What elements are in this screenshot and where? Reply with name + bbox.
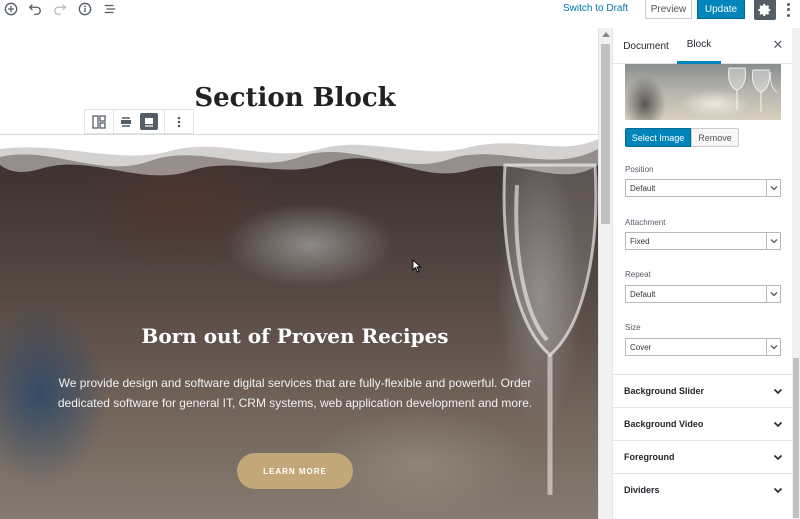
scroll-up-icon[interactable] [602,32,610,37]
editor-header: Switch to Draft Preview Update [0,0,800,20]
attachment-select[interactable]: Fixed [625,232,781,250]
sidebar-tabs: Document Block ✕ [613,28,800,64]
chevron-down-icon [773,421,783,428]
more-vertical-icon[interactable] [163,110,193,133]
chevron-down-icon [766,286,780,302]
position-select[interactable]: Default [625,179,781,197]
panel-label: Foreground [624,452,675,462]
panel-background-video[interactable]: Background Video [613,407,800,440]
hero-description[interactable]: We provide design and software digital s… [40,373,550,413]
remove-image-button[interactable]: Remove [691,128,739,147]
size-select[interactable]: Cover [625,338,781,356]
info-icon[interactable] [77,1,93,17]
chevron-down-icon [773,388,783,395]
chevron-down-icon [766,339,780,355]
mouse-cursor-icon [412,259,422,273]
layout-icon[interactable] [85,110,115,133]
settings-sidebar: Document Block ✕ Select Image Remove Pos… [612,28,800,519]
update-button[interactable]: Update [697,0,745,19]
panel-foreground[interactable]: Foreground [613,440,800,473]
attachment-label: Attachment [625,218,666,227]
tab-block[interactable]: Block [677,28,721,64]
section-block-hero[interactable]: Born out of Proven Recipes We provide de… [0,135,598,519]
chevron-down-icon [773,454,783,461]
more-vertical-icon[interactable] [782,2,794,18]
close-icon[interactable]: ✕ [771,38,785,53]
attachment-value: Fixed [630,236,650,246]
panel-label: Background Slider [624,386,705,396]
position-label: Position [625,165,654,174]
sidebar-scrollbar[interactable] [792,28,800,519]
learn-more-button[interactable]: LEARN MORE [237,453,353,489]
panel-label: Background Video [624,419,704,429]
hero-heading[interactable]: Born out of Proven Recipes [0,324,590,348]
block-settings-panel: Select Image Remove Position Default Att… [613,64,800,519]
align-wide-icon[interactable] [114,110,138,133]
chevron-down-icon [766,180,780,196]
plus-circle-icon[interactable] [3,1,19,17]
chevron-down-icon [773,487,783,494]
repeat-value: Default [630,289,656,299]
editor-canvas: Section Block Born out of Proven Recipes… [0,20,598,519]
background-image-preview [625,64,781,120]
repeat-label: Repeat [625,270,651,279]
size-value: Cover [630,342,652,352]
panel-label: Dividers [624,485,660,495]
redo-icon[interactable] [52,1,68,17]
scrollbar-thumb[interactable] [793,358,799,518]
wave-divider [0,135,598,176]
scrollbar-thumb[interactable] [601,44,610,224]
panel-background-slider[interactable]: Background Slider [613,374,800,407]
align-full-icon[interactable] [138,110,160,133]
size-label: Size [625,323,641,332]
select-image-button[interactable]: Select Image [625,128,691,147]
panel-dividers[interactable]: Dividers [613,473,800,506]
list-icon[interactable] [102,1,118,17]
tab-document[interactable]: Document [619,28,673,64]
editor-scrollbar[interactable] [598,28,612,519]
preview-button[interactable]: Preview [645,0,692,19]
switch-to-draft-link[interactable]: Switch to Draft [563,3,628,14]
chevron-down-icon [766,233,780,249]
gear-icon[interactable] [754,0,776,20]
undo-icon[interactable] [27,1,43,17]
position-value: Default [630,183,656,193]
block-toolbar [84,109,194,134]
repeat-select[interactable]: Default [625,285,781,303]
